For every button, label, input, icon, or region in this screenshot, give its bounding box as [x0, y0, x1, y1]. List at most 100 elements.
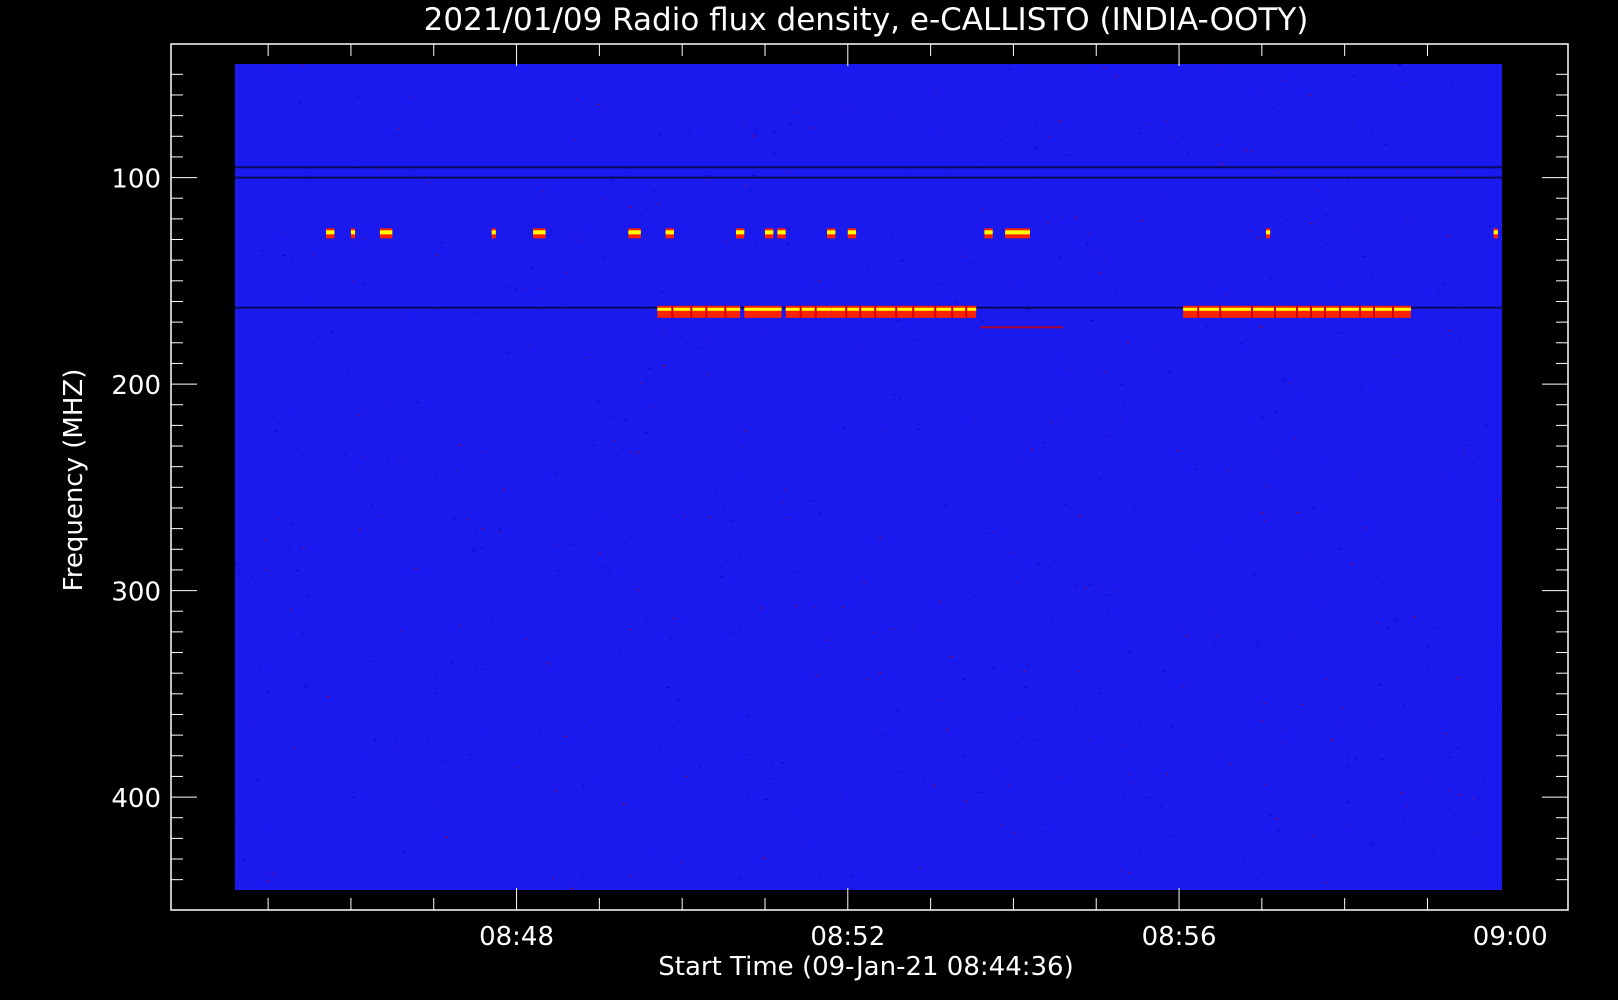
noise-speck	[811, 732, 815, 734]
noise-speck	[1170, 726, 1174, 727]
noise-speck	[860, 704, 862, 706]
noise-speck	[562, 311, 565, 313]
noise-speck	[569, 543, 573, 545]
noise-speck	[867, 679, 870, 681]
noise-speck	[592, 445, 595, 447]
noise-speck	[799, 677, 801, 679]
noise-speck	[1181, 376, 1184, 378]
noise-speck	[588, 608, 590, 610]
noise-speck	[394, 749, 396, 751]
noise-speck	[1494, 246, 1497, 248]
noise-speck	[600, 510, 601, 512]
noise-speck	[989, 463, 992, 465]
noise-speck	[366, 222, 368, 224]
noise-speck	[1494, 644, 1497, 646]
noise-speck	[1074, 567, 1078, 569]
noise-speck	[756, 71, 759, 73]
noise-speck	[1319, 220, 1321, 222]
noise-speck	[818, 280, 821, 282]
noise-speck	[356, 96, 360, 98]
noise-speck	[1180, 684, 1184, 686]
noise-speck	[730, 343, 731, 345]
noise-speck	[1076, 208, 1078, 210]
noise-speck	[706, 373, 710, 375]
noise-speck	[679, 336, 683, 338]
noise-speck	[1456, 677, 1460, 679]
noise-speck	[852, 524, 854, 526]
noise-speck	[1147, 125, 1151, 127]
noise-speck	[1186, 812, 1188, 814]
noise-speck	[577, 862, 580, 864]
noise-speck	[541, 309, 544, 311]
noise-speck	[1431, 492, 1434, 494]
noise-speck	[1408, 441, 1410, 443]
noise-speck	[1282, 742, 1284, 744]
noise-speck	[1095, 874, 1097, 876]
noise-speck	[609, 382, 610, 384]
noise-speck	[269, 114, 272, 116]
noise-speck	[1169, 432, 1171, 434]
noise-speck	[508, 287, 511, 288]
noise-speck	[434, 672, 437, 674]
noise-speck	[1442, 377, 1444, 379]
noise-speck	[806, 641, 810, 643]
burst-outer	[831, 305, 977, 318]
noise-speck	[466, 519, 469, 520]
noise-speck	[672, 462, 674, 464]
noise-speck	[1402, 821, 1405, 823]
noise-speck	[759, 607, 763, 609]
burst	[665, 228, 674, 239]
noise-speck	[1128, 773, 1131, 775]
noise-speck	[273, 609, 276, 611]
noise-speck	[992, 421, 995, 423]
noise-speck	[681, 861, 684, 863]
noise-speck	[1218, 757, 1219, 759]
noise-speck	[678, 718, 682, 720]
noise-speck	[901, 121, 905, 123]
noise-speck	[275, 597, 277, 599]
noise-speck	[997, 357, 1000, 359]
noise-speck	[1297, 134, 1300, 136]
burst-gap	[1197, 305, 1200, 318]
noise-speck	[749, 190, 753, 192]
noise-speck	[1406, 221, 1409, 223]
noise-speck	[1133, 74, 1135, 76]
noise-speck	[990, 883, 994, 885]
noise-speck	[787, 517, 791, 519]
noise-speck	[434, 804, 436, 806]
noise-speck	[1362, 886, 1364, 888]
noise-speck	[1086, 242, 1090, 244]
noise-speck	[361, 455, 364, 457]
noise-speck	[1476, 340, 1478, 341]
noise-speck	[1438, 106, 1440, 108]
noise-speck	[1321, 410, 1323, 411]
burst-peak	[847, 230, 857, 235]
noise-speck	[652, 574, 654, 576]
noise-speck	[594, 196, 597, 197]
noise-speck	[597, 401, 601, 403]
noise-speck	[772, 777, 776, 779]
noise-speck	[714, 490, 717, 492]
noise-speck	[1321, 627, 1324, 629]
noise-speck	[256, 83, 260, 85]
noise-speck	[450, 268, 452, 270]
x-tick-label: 08:52	[810, 922, 885, 952]
noise-speck	[939, 283, 942, 285]
noise-speck	[911, 628, 913, 630]
noise-speck	[1191, 401, 1195, 403]
noise-speck	[428, 80, 430, 82]
noise-speck	[586, 479, 588, 481]
noise-speck	[1325, 136, 1327, 138]
noise-speck	[1433, 752, 1435, 753]
noise-speck	[1475, 743, 1478, 745]
noise-speck	[1450, 232, 1452, 234]
noise-speck	[295, 448, 299, 450]
noise-speck	[497, 531, 501, 533]
noise-speck	[1154, 223, 1156, 225]
noise-speck	[299, 101, 303, 103]
noise-speck	[599, 663, 601, 665]
noise-speck	[1374, 843, 1377, 845]
noise-speck	[944, 429, 946, 431]
noise-speck	[522, 557, 525, 559]
burst-peak	[831, 307, 977, 311]
